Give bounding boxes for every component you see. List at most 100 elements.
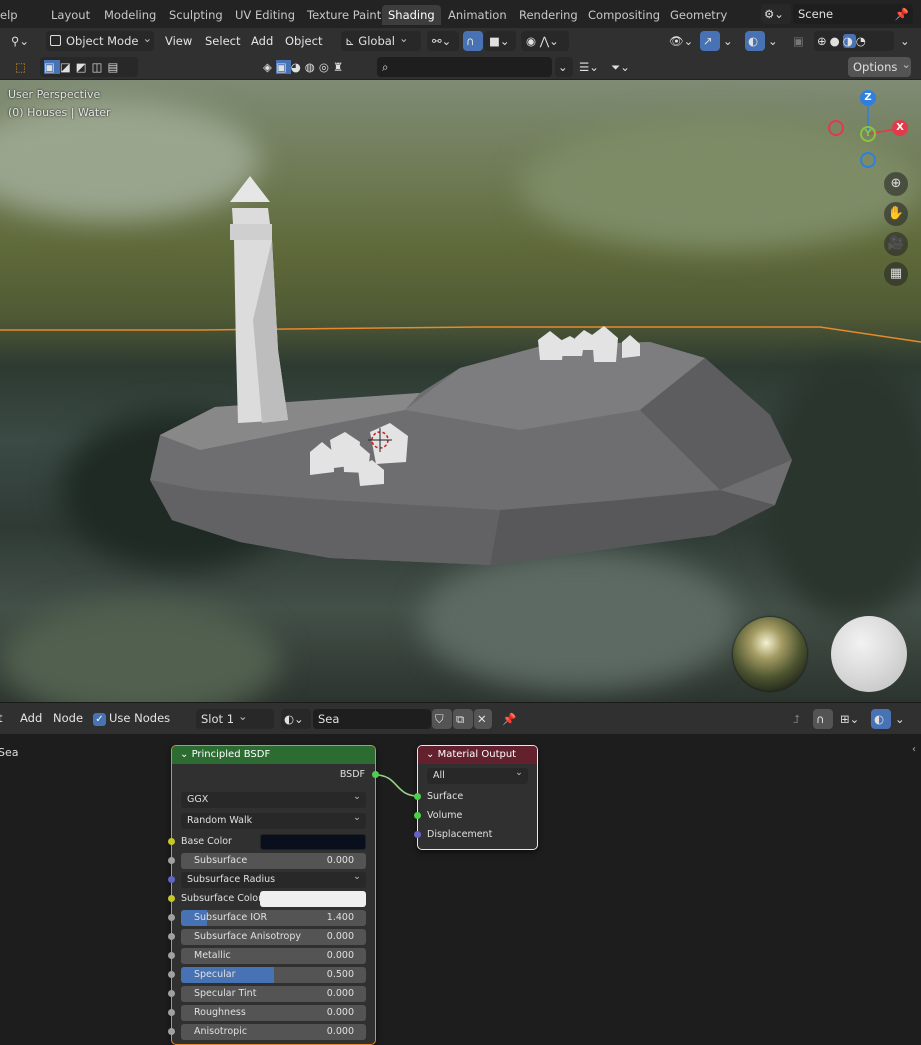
filter-shaded-icon[interactable]: ◕ — [291, 60, 305, 74]
subsurface-method-dropdown[interactable]: Random Walk — [181, 810, 366, 829]
filter-light-icon[interactable]: ♜ — [333, 60, 347, 74]
menu-add[interactable]: Add — [20, 708, 42, 728]
object-type-filter-group[interactable]: ◈▣◕◍◎♜ — [258, 57, 376, 77]
specular-tint-field[interactable]: Specular Tint 0.000 — [181, 986, 366, 1002]
snap-node-dropdown[interactable]: ⊞⌄ — [835, 709, 867, 729]
xray-toggle[interactable]: ▣ — [790, 31, 810, 51]
gizmo-dropdown[interactable]: ⌄ — [721, 31, 737, 51]
displacement-socket[interactable] — [414, 831, 421, 838]
filter-mesh-icon[interactable]: ◈ — [263, 60, 276, 74]
menu-object[interactable]: Object — [285, 31, 322, 51]
distribution-dropdown[interactable]: GGX — [181, 789, 366, 808]
gizmo-z-axis[interactable]: Z — [860, 90, 876, 106]
menu-view[interactable]: View — [165, 31, 192, 51]
tab-uv-editing[interactable]: UV Editing — [229, 5, 301, 25]
sidebar-toggle-icon[interactable]: ‹ — [912, 744, 916, 755]
specular-field[interactable]: Specular 0.500 — [181, 967, 366, 983]
shading-dropdown[interactable]: ⌄ — [898, 31, 914, 51]
subsurface-color-socket[interactable] — [168, 895, 175, 902]
principled-bsdf-node[interactable]: ⌄ Principled BSDF BSDF GGX Random Walk B… — [168, 745, 379, 1045]
roughness-socket[interactable] — [168, 1009, 175, 1016]
intersect-selection-icon[interactable]: ▤ — [108, 60, 124, 74]
pan-hand-icon[interactable]: ✋ — [884, 202, 908, 226]
pin-icon[interactable]: 📌 — [895, 4, 909, 24]
principled-bsdf-header[interactable]: ⌄ Principled BSDF — [172, 746, 375, 764]
filter-dropdown[interactable]: ⏷⌄ — [606, 57, 638, 77]
tab-rendering[interactable]: Rendering — [513, 5, 584, 25]
gizmo-y-axis[interactable]: Y — [860, 126, 876, 142]
material-output-node[interactable]: ⌄ Material Output All Surface Volume Dis… — [414, 745, 538, 850]
snap-target-dropdown[interactable]: ■⌄ — [484, 31, 516, 51]
gizmo-neg-z-axis[interactable] — [860, 152, 876, 168]
bsdf-output-socket[interactable] — [372, 771, 379, 778]
collapse-chevron-icon[interactable]: ⌄ — [426, 749, 438, 760]
search-dropdown[interactable]: ⌄ — [555, 57, 573, 77]
base-color-socket[interactable] — [168, 838, 175, 845]
gizmo-toggle[interactable]: ↗ — [700, 31, 720, 51]
set-selection-icon[interactable]: ▣ — [44, 60, 60, 74]
node-overlay-toggle[interactable]: ◐ — [871, 709, 891, 729]
3d-viewport[interactable]: User Perspective (0) Houses | Water Z Y … — [0, 80, 921, 702]
anisotropic-field[interactable]: Anisotropic 0.000 — [181, 1024, 366, 1040]
tab-modeling[interactable]: Modeling — [98, 5, 162, 25]
tab-sculpting[interactable]: Sculpting — [163, 5, 229, 25]
tab-layout[interactable]: Layout — [45, 5, 96, 25]
duplicate-material-button[interactable]: ⧉ — [453, 709, 473, 729]
metallic-socket[interactable] — [168, 952, 175, 959]
transform-orientation-dropdown[interactable]: ⊾ Global — [341, 31, 421, 51]
base-color-swatch[interactable] — [260, 834, 366, 850]
specular-tint-socket[interactable] — [168, 990, 175, 997]
filter-world-icon[interactable]: ◎ — [319, 60, 333, 74]
search-input[interactable]: ⌕ — [377, 57, 552, 77]
filter-texture-icon[interactable]: ◍ — [305, 60, 319, 74]
pivot-point-dropdown[interactable]: ⚯⌄ — [427, 31, 459, 51]
volume-socket[interactable] — [414, 812, 421, 819]
subsurface-field[interactable]: Subsurface 0.000 — [181, 853, 366, 869]
select-box-tool[interactable]: ⬚ — [10, 57, 34, 77]
use-nodes-checkbox[interactable]: ✓ — [93, 713, 106, 726]
surface-socket[interactable] — [414, 793, 421, 800]
snap-toggle[interactable]: ∩ — [463, 31, 483, 51]
menu-select[interactable]: Select — [205, 31, 240, 51]
roughness-field[interactable]: Roughness 0.000 — [181, 1005, 366, 1021]
material-shading-icon[interactable]: ◑ — [842, 34, 856, 48]
editor-type-button[interactable]: ⚲⌄ — [6, 31, 40, 51]
visibility-dropdown[interactable]: 👁⌄ — [664, 31, 698, 51]
rendered-shading-icon[interactable]: ◔ — [856, 34, 869, 48]
snap-node-button[interactable]: ∩ — [813, 709, 833, 729]
gizmo-neg-x-axis[interactable] — [828, 120, 844, 136]
mode-dropdown[interactable]: Object Mode — [46, 31, 154, 51]
wireframe-shading-icon[interactable]: ⊕ — [817, 34, 830, 48]
slot-dropdown[interactable]: Slot 1 — [196, 709, 274, 729]
subtract-selection-icon[interactable]: ◩ — [76, 60, 92, 74]
anisotropic-socket[interactable] — [168, 1028, 175, 1035]
invert-selection-icon[interactable]: ◫ — [92, 60, 108, 74]
collapse-chevron-icon[interactable]: ⌄ — [180, 749, 192, 760]
pin-button[interactable]: 📌 — [497, 709, 517, 729]
sort-dropdown[interactable]: ☰⌄ — [574, 57, 604, 77]
tab-help[interactable]: elp — [0, 5, 24, 25]
selection-mode-group[interactable]: ▣◪◩◫▤ — [40, 57, 138, 77]
target-dropdown[interactable]: All — [427, 765, 528, 784]
scene-name-field[interactable]: Scene 📌 — [793, 4, 913, 24]
zoom-icon[interactable]: ⊕ — [884, 172, 908, 196]
tab-shading[interactable]: Shading — [382, 5, 441, 25]
subsurface-ior-socket[interactable] — [168, 914, 175, 921]
overlay-dropdown[interactable]: ⌄ — [766, 31, 782, 51]
menu-node[interactable]: Node — [53, 708, 83, 728]
tab-compositing[interactable]: Compositing — [582, 5, 666, 25]
proportional-edit-button[interactable]: ◉ ⋀⌄ — [521, 31, 569, 51]
gizmo-x-axis[interactable]: X — [892, 120, 908, 136]
specular-socket[interactable] — [168, 971, 175, 978]
metallic-field[interactable]: Metallic 0.000 — [181, 948, 366, 964]
tab-texture-paint[interactable]: Texture Paint — [301, 5, 387, 25]
subsurface-anisotropy-field[interactable]: Subsurface Anisotropy 0.000 — [181, 929, 366, 945]
filter-selected-icon[interactable]: ▣ — [275, 60, 291, 74]
options-dropdown[interactable]: Options — [848, 57, 911, 77]
node-editor-canvas[interactable]: Sea ⌄ Principled BSDF BSDF GGX Random Wa… — [0, 734, 921, 1045]
material-output-header[interactable]: ⌄ Material Output — [418, 746, 537, 764]
solid-shading-icon[interactable]: ● — [830, 34, 843, 48]
node-overlay-dropdown[interactable]: ⌄ — [893, 709, 909, 729]
subsurface-radius-socket[interactable] — [168, 876, 175, 883]
subsurface-socket[interactable] — [168, 857, 175, 864]
